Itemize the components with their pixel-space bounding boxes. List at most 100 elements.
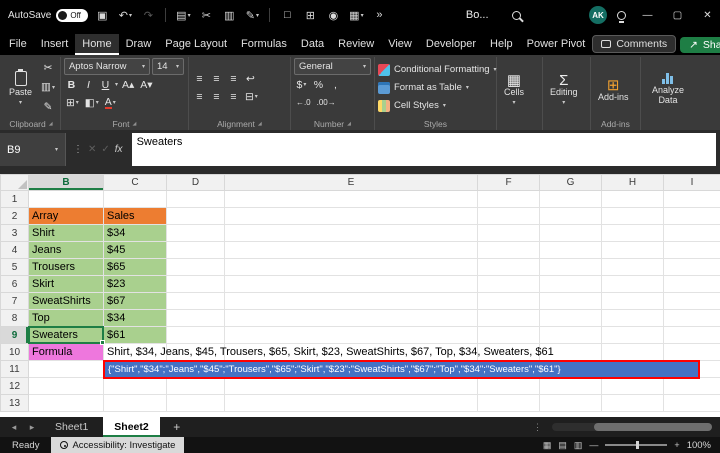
tab-page-layout[interactable]: Page Layout (158, 34, 234, 55)
cell[interactable] (540, 293, 602, 310)
cell[interactable] (602, 208, 664, 225)
row-header[interactable]: 6 (1, 276, 29, 293)
cell[interactable] (664, 242, 720, 259)
cell[interactable] (225, 395, 478, 412)
cell-item-sales[interactable]: $34 (104, 310, 167, 327)
row-header[interactable]: 5 (1, 259, 29, 276)
sheet-nav-right-button[interactable]: ▸ (24, 422, 40, 433)
cell[interactable] (478, 327, 540, 344)
cell[interactable] (167, 208, 225, 225)
cell[interactable] (664, 225, 720, 242)
cell[interactable] (225, 310, 478, 327)
column-header-c[interactable]: C (104, 175, 167, 191)
sheet-nav-left-button[interactable]: ◂ (6, 422, 22, 433)
comments-button[interactable]: Comments (592, 35, 676, 53)
cell[interactable] (540, 310, 602, 327)
number-format-select[interactable]: General▾ (294, 58, 371, 75)
cell[interactable] (478, 395, 540, 412)
borders-button[interactable]: ⊞▾ (64, 94, 81, 111)
cell[interactable] (664, 310, 720, 327)
row-header[interactable]: 11 (1, 361, 29, 378)
cell[interactable] (664, 191, 720, 208)
tab-sheet2[interactable]: Sheet2 (103, 417, 159, 437)
cell[interactable] (664, 327, 720, 344)
more-commands-button[interactable]: » (370, 4, 388, 26)
cell-item-name[interactable]: Top (29, 310, 104, 327)
zoom-slider[interactable] (605, 444, 667, 446)
cell[interactable] (540, 378, 602, 395)
tab-data[interactable]: Data (294, 34, 331, 55)
cell[interactable] (29, 361, 104, 378)
italic-button[interactable]: I (81, 76, 96, 93)
cell[interactable] (167, 378, 225, 395)
cell[interactable] (664, 276, 720, 293)
cell[interactable] (540, 242, 602, 259)
cell[interactable] (478, 208, 540, 225)
font-size-select[interactable]: 14▾ (152, 58, 184, 75)
cell[interactable] (478, 378, 540, 395)
cell[interactable] (225, 378, 478, 395)
cell[interactable] (225, 191, 478, 208)
dialog-launcher-icon[interactable]: ◢ (49, 121, 53, 127)
cell[interactable] (478, 310, 540, 327)
cell[interactable] (540, 191, 602, 208)
cell[interactable] (664, 395, 720, 412)
cell-item-sales[interactable]: $65 (104, 259, 167, 276)
cell[interactable] (602, 276, 664, 293)
column-header-d[interactable]: D (167, 175, 225, 191)
cell[interactable] (225, 208, 478, 225)
row-header[interactable]: 3 (1, 225, 29, 242)
cell[interactable] (478, 276, 540, 293)
cell-array-formula[interactable]: {"Shirt","$34";"Jeans","$45";"Trousers",… (104, 361, 167, 378)
cell-item-sales[interactable]: $67 (104, 293, 167, 310)
horizontal-scrollbar[interactable] (552, 423, 712, 431)
normal-view-button[interactable]: ▦ (543, 440, 552, 451)
row-header[interactable]: 7 (1, 293, 29, 310)
align-middle-button[interactable]: ≡ (209, 70, 224, 87)
cell[interactable] (540, 225, 602, 242)
minimize-button[interactable]: — (635, 0, 660, 30)
tab-help[interactable]: Help (483, 34, 520, 55)
grid-quick-button[interactable]: ⊞ (301, 4, 319, 26)
cell-formula-label[interactable]: Formula (29, 344, 104, 361)
search-button[interactable] (508, 4, 526, 26)
table-quick-button[interactable]: ▦▾ (347, 4, 365, 26)
cell-item-name[interactable]: Skirt (29, 276, 104, 293)
cell[interactable] (167, 242, 225, 259)
cell[interactable] (602, 344, 664, 361)
cell[interactable] (225, 276, 478, 293)
cell[interactable] (602, 293, 664, 310)
cell[interactable] (167, 225, 225, 242)
selected-cell-b9[interactable]: Sweaters (29, 327, 104, 344)
cell[interactable] (540, 208, 602, 225)
analyze-data-button[interactable]: Analyze Data (644, 58, 692, 117)
cell[interactable] (602, 327, 664, 344)
cell[interactable] (602, 225, 664, 242)
cell[interactable] (478, 259, 540, 276)
cell[interactable] (167, 310, 225, 327)
cell[interactable] (478, 191, 540, 208)
align-top-button[interactable]: ≡ (192, 70, 207, 87)
paste-button[interactable]: Paste ▾ (5, 58, 36, 117)
cell-item-name[interactable]: SweatShirts (29, 293, 104, 310)
row-header-selected[interactable]: 9 (1, 327, 29, 344)
cell[interactable] (225, 242, 478, 259)
percent-style-button[interactable]: % (311, 76, 326, 93)
wrap-text-button[interactable]: ↩ (243, 70, 258, 87)
redo-button[interactable]: ↷ (139, 4, 157, 26)
cell[interactable] (104, 395, 167, 412)
row-header[interactable]: 2 (1, 208, 29, 225)
copy-button[interactable]: ▥▾ (39, 79, 57, 96)
tab-sheet1[interactable]: Sheet1 (44, 417, 99, 437)
row-header[interactable]: 1 (1, 191, 29, 208)
cell[interactable] (540, 276, 602, 293)
row-header[interactable]: 8 (1, 310, 29, 327)
cell[interactable] (225, 225, 478, 242)
row-header[interactable]: 4 (1, 242, 29, 259)
cell[interactable] (602, 242, 664, 259)
cell[interactable] (540, 395, 602, 412)
tab-file[interactable]: File (2, 34, 34, 55)
cells-button[interactable]: ▦ Cells ▾ (500, 58, 528, 117)
copy-quick-button[interactable]: ▥ (220, 4, 238, 26)
accessibility-status[interactable]: Accessibility: Investigate (51, 437, 184, 453)
